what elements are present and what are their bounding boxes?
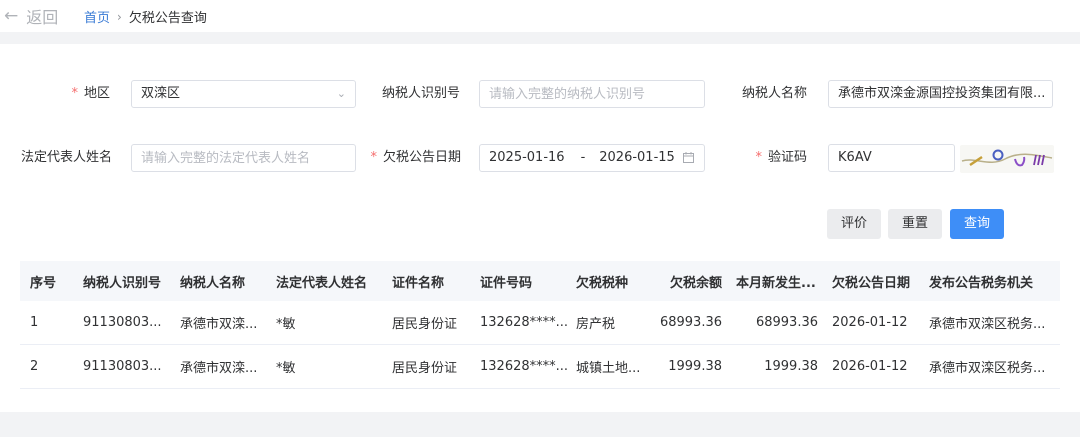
required-asterisk: * <box>755 150 762 165</box>
header-notice-date: 欠税公告日期 <box>832 275 911 291</box>
region-select[interactable]: 双滦区 ⌄ <box>131 80 356 108</box>
back-label: 返回 <box>26 8 59 27</box>
header-tax-balance: 欠税余额 <box>669 275 722 291</box>
cell-id-number: 132628****... <box>480 359 569 374</box>
table-row[interactable]: 1 91130803... 承德市双滦... *敏 居民身份证 132628**… <box>20 301 1060 345</box>
cell-tax-type: 城镇土地... <box>576 361 641 376</box>
taxpayer-name-value: 承德市双滦金源国控投资集团有限... <box>838 86 1046 101</box>
cell-taxpayer-name: 承德市双滦... <box>180 317 258 332</box>
cell-tax-balance: 68993.36 <box>659 315 722 330</box>
cell-tax-balance: 1999.38 <box>668 359 722 374</box>
top-bar: ← 返回 首页 › 欠税公告查询 <box>0 0 1080 32</box>
evaluate-button[interactable]: 评价 <box>827 209 881 239</box>
captcha-image[interactable] <box>960 145 1054 173</box>
cell-index: 2 <box>30 359 39 374</box>
header-taxpayer-id: 纳税人识别号 <box>83 275 162 291</box>
back-button[interactable]: ← 返回 <box>4 5 58 27</box>
region-select-value: 双滦区 <box>141 86 181 101</box>
calendar-icon <box>683 152 694 163</box>
query-button[interactable]: 查询 <box>950 209 1004 239</box>
cell-index: 1 <box>30 315 39 330</box>
cell-monthly-new: 68993.36 <box>755 315 818 330</box>
date-end: 2026-01-15 <box>599 150 675 165</box>
taxpayer-name-label: 纳税人名称 <box>741 86 807 101</box>
taxpayer-id-input[interactable] <box>479 80 705 108</box>
table-row[interactable]: 2 91130803... 承德市双滦... *敏 居民身份证 132628**… <box>20 345 1060 389</box>
captcha-graphic-icon <box>961 149 1053 167</box>
header-tax-authority: 发布公告税务机关 <box>929 275 1034 291</box>
notice-date-range-picker[interactable]: 2025-01-16 - 2026-01-15 <box>479 144 705 172</box>
captcha-value: K6AV <box>838 150 872 165</box>
header-legal-rep: 法定代表人姓名 <box>276 275 368 291</box>
header-index: 序号 <box>30 275 57 291</box>
results-table: 序号 纳税人识别号 纳税人名称 法定代表人姓名 证件名称 证件号码 欠税税种 欠… <box>20 261 1060 389</box>
taxpayer-name-input[interactable]: 承德市双滦金源国控投资集团有限... <box>828 80 1053 108</box>
reset-button[interactable]: 重置 <box>888 209 942 239</box>
table-header: 序号 纳税人识别号 纳税人名称 法定代表人姓名 证件名称 证件号码 欠税税种 欠… <box>20 261 1060 301</box>
header-tax-type: 欠税税种 <box>576 275 629 291</box>
required-asterisk: * <box>370 150 377 165</box>
chevron-down-icon: ⌄ <box>336 87 346 100</box>
chevron-right-icon: › <box>117 9 122 24</box>
header-monthly-new: 本月新发生... <box>736 275 816 291</box>
cell-legal-rep: *敏 <box>276 361 296 376</box>
date-separator: - <box>580 150 586 165</box>
legal-rep-label: 法定代表人姓名 <box>20 150 112 165</box>
cell-legal-rep: *敏 <box>276 317 296 332</box>
breadcrumb-home-link[interactable]: 首页 <box>84 7 110 26</box>
query-card: *地区 双滦区 ⌄ 纳税人识别号 纳税人名称 承德市双滦金源国控投资集团有限..… <box>0 44 1080 412</box>
cell-monthly-new: 1999.38 <box>764 359 818 374</box>
cell-taxpayer-id: 91130803... <box>83 315 162 330</box>
taxpayer-id-label: 纳税人识别号 <box>381 86 460 101</box>
breadcrumb-current: 欠税公告查询 <box>128 11 207 26</box>
cell-id-number: 132628****... <box>480 315 569 330</box>
cell-tax-authority: 承德市双滦区税务... <box>929 317 1046 332</box>
captcha-label: * 验证码 <box>755 150 807 165</box>
cell-id-type: 居民身份证 <box>392 317 458 332</box>
required-asterisk: * <box>71 86 78 101</box>
region-label: * 地区 <box>71 86 110 101</box>
cell-tax-type: 房产税 <box>576 317 616 332</box>
cell-notice-date: 2026-01-12 <box>832 315 908 330</box>
header-id-type: 证件名称 <box>392 275 445 291</box>
arrow-left-icon: ← <box>4 6 19 26</box>
notice-date-label: * 欠税公告日期 <box>370 150 461 165</box>
header-taxpayer-name: 纳税人名称 <box>180 275 246 291</box>
cell-taxpayer-id: 91130803... <box>83 359 162 374</box>
cell-taxpayer-name: 承德市双滦... <box>180 361 258 376</box>
cell-id-type: 居民身份证 <box>392 361 458 376</box>
cell-tax-authority: 承德市双滦区税务... <box>929 361 1046 376</box>
cell-notice-date: 2026-01-12 <box>832 359 908 374</box>
captcha-input[interactable]: K6AV <box>828 144 955 172</box>
legal-rep-input[interactable] <box>131 144 356 172</box>
date-start: 2025-01-16 <box>489 150 565 165</box>
breadcrumb: 首页 › 欠税公告查询 <box>84 7 207 27</box>
header-id-number: 证件号码 <box>480 275 533 291</box>
